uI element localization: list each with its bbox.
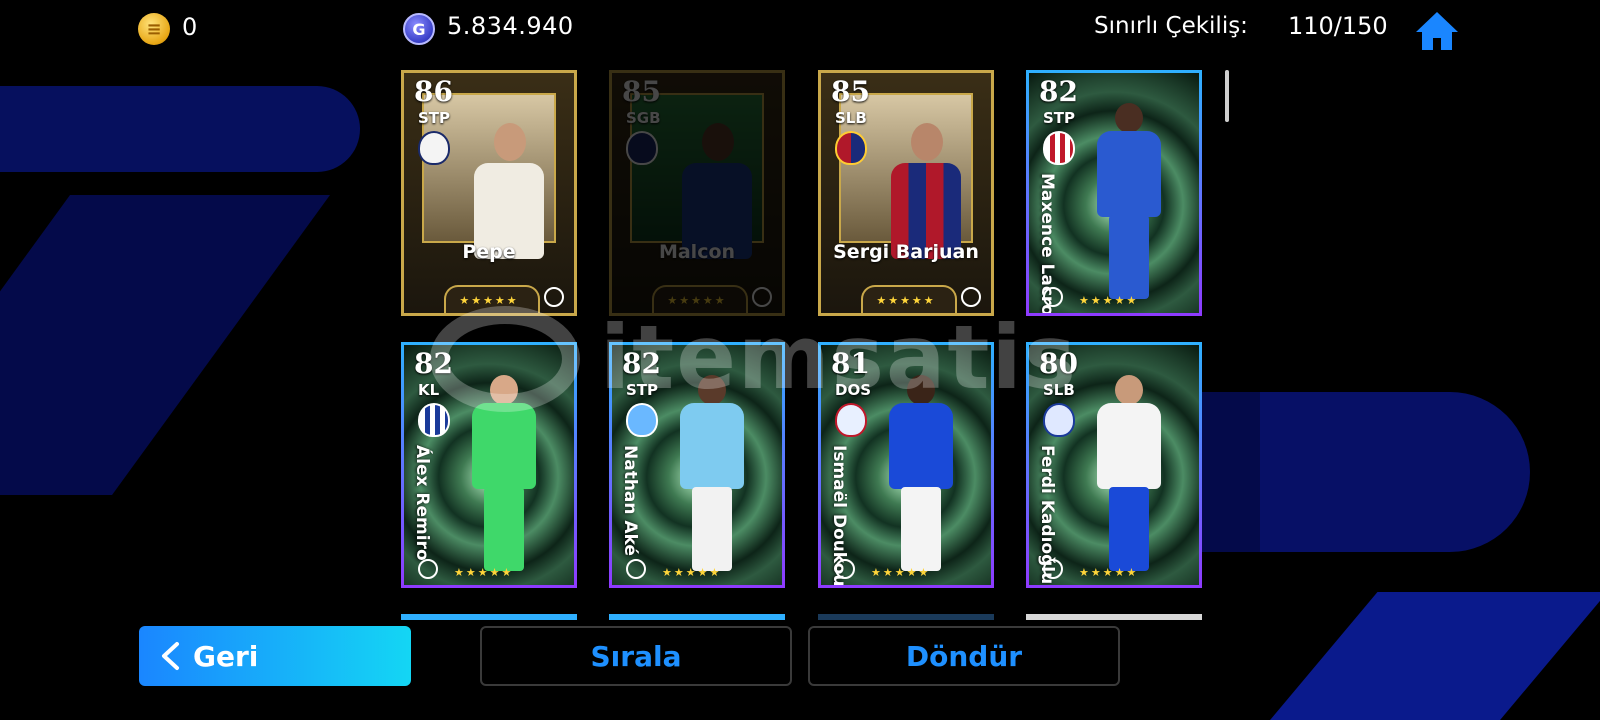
efootball-logo-icon — [835, 559, 855, 579]
club-badge-icon — [1043, 131, 1075, 165]
background-shape — [0, 195, 331, 495]
card-rating: 81 — [831, 347, 870, 380]
top-bar: ≡ 0 G 5.834.940 Sınırlı Çekiliş: 110/150 — [0, 0, 1600, 60]
card-rating: 86 — [414, 75, 453, 108]
club-badge-icon — [418, 403, 450, 437]
efootball-logo-icon — [418, 559, 438, 579]
card-player-name: Sergi Barjuan — [833, 241, 979, 263]
club-badge-icon — [626, 131, 658, 165]
player-card[interactable]: 82 KL Álex Remiro ★★★★★ — [401, 342, 577, 588]
player-card[interactable]: 82 STP Maxence Lacroix ★★★★★ — [1026, 70, 1202, 316]
player-figure — [1089, 103, 1169, 303]
card-rating: 85 — [831, 75, 870, 108]
card-partial — [1026, 614, 1202, 620]
efootball-logo-icon — [544, 287, 564, 307]
player-card[interactable]: 82 STP Nathan Aké ★★★★★ — [609, 342, 785, 588]
home-icon — [1416, 12, 1458, 50]
efootball-logo-icon — [1043, 559, 1063, 579]
back-button-label: Geri — [193, 639, 259, 673]
player-card[interactable]: 86 STP Pepe ★★★★★ — [401, 70, 577, 316]
card-position: SGB — [626, 109, 661, 127]
player-figure — [881, 375, 961, 575]
player-card[interactable]: 80 SLB Ferdi Kadıoğlu ★★★★★ — [1026, 342, 1202, 588]
card-partial — [401, 614, 577, 620]
chevron-left-icon — [162, 642, 179, 670]
player-figure — [672, 375, 752, 575]
club-badge-icon — [1043, 403, 1075, 437]
card-rating: 80 — [1039, 347, 1078, 380]
card-player-name: Pepe — [462, 241, 516, 263]
gp-icon: G — [403, 13, 435, 45]
back-button[interactable]: Geri — [139, 626, 411, 686]
card-partial — [818, 614, 994, 620]
gp-balance: 5.834.940 — [447, 12, 574, 40]
rotate-button-label: Döndür — [905, 639, 1023, 673]
card-stars: ★★★★★ — [662, 566, 722, 579]
card-rating: 82 — [1039, 75, 1078, 108]
player-card[interactable]: 85 SLB Sergi Barjuan ★★★★★ — [818, 70, 994, 316]
home-button[interactable] — [1414, 10, 1460, 52]
card-position: KL — [418, 381, 440, 399]
card-position: STP — [1043, 109, 1076, 127]
card-position: STP — [626, 381, 659, 399]
club-badge-icon — [835, 403, 867, 437]
efootball-logo-icon — [752, 287, 772, 307]
club-badge-icon — [626, 403, 658, 437]
efootball-logo-icon — [626, 559, 646, 579]
card-stars: ★★★★★ — [1079, 294, 1139, 307]
player-card[interactable]: 81 DOS Ismaël Doukouré ★★★★★ — [818, 342, 994, 588]
efootball-logo-icon — [961, 287, 981, 307]
card-partial — [609, 614, 785, 620]
background-shape — [1260, 592, 1600, 720]
card-rating: 85 — [622, 75, 661, 108]
card-rating: 82 — [414, 347, 453, 380]
club-badge-icon — [418, 131, 450, 165]
player-card[interactable]: 85 SGB Malcon ★★★★★ — [609, 70, 785, 316]
player-figure — [464, 375, 544, 575]
limited-draw-count: 110/150 — [1288, 12, 1388, 40]
card-position: DOS — [835, 381, 872, 399]
card-position: STP — [418, 109, 451, 127]
card-stars: ★★★★★ — [454, 566, 514, 579]
player-figure — [1089, 375, 1169, 575]
limited-draw-label: Sınırlı Çekiliş: — [1094, 13, 1248, 39]
card-position: SLB — [835, 109, 867, 127]
card-rating: 82 — [622, 347, 661, 380]
rotate-button[interactable]: Döndür — [808, 626, 1120, 686]
coin-balance: 0 — [182, 13, 198, 41]
efootball-logo-icon — [1043, 287, 1063, 307]
card-player-name: Malcon — [658, 241, 736, 263]
club-badge-icon — [835, 131, 867, 165]
card-stars: ★★★★★ — [871, 566, 931, 579]
card-stars: ★★★★★ — [1079, 566, 1139, 579]
sort-button-label: Sırala — [590, 639, 682, 673]
sort-button[interactable]: Sırala — [480, 626, 792, 686]
scrollbar[interactable] — [1225, 70, 1229, 122]
background-shape — [0, 86, 360, 172]
card-position: SLB — [1043, 381, 1075, 399]
efootball-coin-icon: ≡ — [138, 13, 170, 45]
